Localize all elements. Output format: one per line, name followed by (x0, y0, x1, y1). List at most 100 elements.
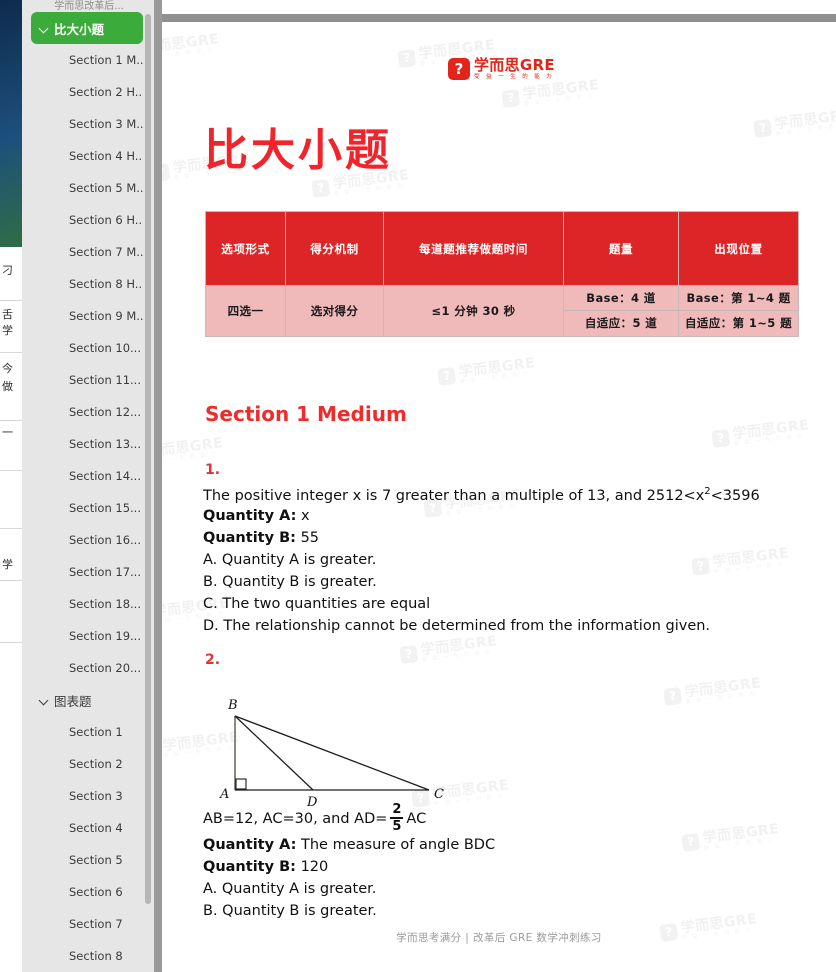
question-2-number: 2. (205, 652, 221, 668)
watermark-sub: 受 益 一 生 的 能 力 (162, 46, 215, 61)
quantity-a-label: Quantity A: (203, 837, 297, 853)
question-2-choice-a[interactable]: A. Quantity A is greater. (203, 881, 376, 897)
watermark-main: 学而思GRE (419, 633, 499, 659)
background-window: 刁 舌 学 今 做 一 学 (0, 0, 22, 972)
question-2-given: AB=12, AC=30, and AD= 2 5 AC (203, 802, 427, 834)
cell-quantity-base: Base：4 道 (564, 286, 678, 311)
cell-time: ≤1 分钟 30 秒 (383, 285, 564, 337)
previous-page-edge (162, 0, 836, 14)
watermark-badge-icon: ? (399, 645, 419, 665)
column-header-scoring: 得分机制 (285, 211, 384, 286)
cell-position-base: Base：第 1~4 题 (679, 286, 798, 311)
brand-logo-name: 学而思GRE (474, 56, 555, 74)
fraction-denominator: 5 (392, 818, 402, 834)
watermark-badge-icon: ? (501, 89, 521, 109)
sidebar-scroll-area[interactable]: 学而思改革后... 比大小题 Section 1 M... Section 2 … (22, 0, 156, 972)
cell-scoring: 选对得分 (285, 285, 384, 337)
background-rule (0, 420, 22, 421)
question-1-choice-d[interactable]: D. The relationship cannot be determined… (203, 618, 710, 634)
triangle-abc-diagram: B A D C (217, 694, 447, 810)
question-1-quantity-a: Quantity A: x (203, 508, 310, 524)
sidebar-group-label: 图表题 (54, 693, 92, 709)
watermark-main: 学而思GRE (773, 107, 836, 133)
background-glyph: 学 (2, 558, 13, 571)
question-mark-badge-icon: ? (448, 58, 470, 81)
question-1-stem: The positive integer x is 7 greater than… (203, 486, 760, 504)
quantity-b-label: Quantity B: (203, 859, 296, 875)
page-footer: 学而思考满分 | 改革后 GRE 数学冲刺练习 (396, 932, 602, 944)
watermark-sub: 受 益 一 生 的 能 力 (713, 560, 785, 576)
cell-quantity: Base：4 道 自适应：5 道 (563, 285, 679, 337)
sidebar[interactable]: 学而思改革后... 比大小题 Section 1 M... Section 2 … (22, 0, 156, 972)
watermark-sub: 受 益 一 生 的 能 力 (775, 122, 836, 138)
sidebar-partial-top-label[interactable]: 学而思改革后... (22, 0, 156, 11)
question-1-choice-b[interactable]: B. Quantity B is greater. (203, 574, 377, 590)
sidebar-group-tubiaoti[interactable]: 图表题 (40, 690, 150, 710)
column-header-option-form: 选项形式 (205, 211, 286, 286)
watermark: ? 学而思GRE受 益 一 生 的 能 力 (711, 417, 811, 450)
document-pane[interactable]: ? 学而思GRE受 益 一 生 的 能 力 ? 学而思GRE受 益 一 生 的 … (162, 0, 836, 972)
watermark-badge-icon: ? (663, 687, 683, 707)
screen-root: 刁 舌 学 今 做 一 学 学而思改革后... 比大小题 Section 1 M… (0, 0, 836, 972)
watermark-main: 学而思GRE (731, 417, 811, 443)
column-header-quantity: 题量 (563, 211, 679, 286)
watermark-sub: 受 益 一 生 的 能 力 (523, 92, 595, 108)
question-2-quantity-a: Quantity A: The measure of angle BDC (203, 837, 495, 853)
watermark: ? 学而思GRE受 益 一 生 的 能 力 (663, 675, 763, 708)
watermark: ? 学而思GRE受 益 一 生 的 能 力 (753, 107, 836, 140)
background-glyph: 做 (2, 380, 13, 393)
watermark-sub: 受 益 一 生 的 能 力 (445, 502, 517, 518)
quantity-b-label: Quantity B: (203, 530, 296, 546)
pane-divider[interactable] (154, 0, 162, 972)
svg-text:C: C (434, 787, 444, 802)
watermark-sub: 受 益 一 生 的 能 力 (421, 648, 493, 664)
background-rule (0, 470, 22, 471)
quantity-a-value: The measure of angle BDC (301, 837, 496, 853)
watermark-main: 学而思GRE (711, 545, 791, 571)
watermark-main: 学而思GRE (521, 77, 601, 103)
watermark: ? 学而思GRE受 益 一 生 的 能 力 (691, 545, 791, 578)
background-glyph: 一 (2, 426, 13, 439)
exam-info-table: 选项形式 得分机制 每道题推荐做题时间 题量 出现位置 四选一 选对得分 ≤1 … (205, 211, 799, 337)
question-2-quantity-b: Quantity B: 120 (203, 859, 328, 875)
watermark-badge-icon: ? (397, 49, 417, 69)
column-header-time: 每道题推荐做题时间 (383, 211, 564, 286)
chevron-down-icon (40, 696, 49, 705)
section-heading: Section 1 Medium (205, 402, 407, 426)
sidebar-group-bidaxiao[interactable]: 比大小题 (31, 12, 143, 44)
cell-option-form: 四选一 (205, 285, 286, 337)
watermark-main: 学而思GRE (683, 675, 763, 701)
background-rule (0, 642, 22, 643)
svg-text:A: A (219, 787, 229, 802)
background-rule (0, 580, 22, 581)
watermark: ? 学而思GRE受 益 一 生 的 能 力 (437, 355, 537, 388)
document-page: ? 学而思GRE受 益 一 生 的 能 力 ? 学而思GRE受 益 一 生 的 … (162, 22, 836, 972)
question-1-choice-a[interactable]: A. Quantity A is greater. (203, 552, 376, 568)
svg-text:B: B (227, 698, 238, 713)
watermark-badge-icon: ? (711, 429, 731, 449)
watermark-badge-icon: ? (437, 367, 457, 387)
fraction-numerator: 2 (392, 802, 402, 817)
watermark-main: 学而思GRE (701, 821, 781, 847)
background-window-header (0, 0, 22, 247)
background-rule (0, 352, 22, 353)
quantity-a-label: Quantity A: (203, 508, 297, 524)
column-header-position: 出现位置 (678, 211, 799, 286)
watermark-sub: 受 益 一 生 的 能 力 (459, 370, 531, 386)
watermark-badge-icon: ? (753, 119, 773, 139)
question-1-choice-c[interactable]: C. The two quantities are equal (203, 596, 430, 612)
question-2-choice-b[interactable]: B. Quantity B is greater. (203, 903, 377, 919)
watermark-sub: 受 益 一 生 的 能 力 (703, 836, 775, 852)
watermark-main: 学而思GRE (162, 31, 221, 57)
cell-position: Base：第 1~4 题 自适应：第 1~5 题 (678, 285, 799, 337)
watermark-sub: 受 益 一 生 的 能 力 (333, 182, 405, 198)
page-gap (162, 14, 836, 22)
brand-logo-tagline: 受 益 一 生 的 能 力 (474, 74, 555, 80)
fraction-two-fifths: 25 (390, 802, 404, 834)
watermark-sub: 受 益 一 生 的 能 力 (733, 432, 805, 448)
watermark-badge-icon: ? (681, 833, 701, 853)
chevron-down-icon (40, 24, 49, 33)
watermark-badge-icon: ? (162, 163, 171, 183)
watermark-badge-icon: ? (691, 557, 711, 577)
sidebar-scrollbar-thumb[interactable] (145, 14, 151, 904)
